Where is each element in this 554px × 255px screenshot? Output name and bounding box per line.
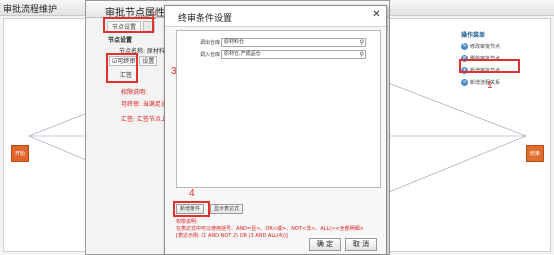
op-item-label: 新增流程关系 — [470, 80, 501, 86]
final-approval-conditions-dialog: 终审条件设置 ✕ 调出仓库 原材料仓 ⚲ 调入仓库 原材仓,产成品仓 ⚲ 新增条… — [164, 5, 387, 255]
permission-description-line: 汇签: 汇签节点上 — [121, 116, 167, 123]
flow-node-end[interactable]: 结束 — [526, 145, 544, 162]
dialog-title: 终审条件设置 — [178, 14, 233, 24]
link-icon: ∞ — [461, 79, 468, 86]
step-number-2: 2 — [151, 11, 157, 22]
condition-value: 原材料仓 — [224, 39, 245, 45]
search-icon[interactable]: ⚲ — [360, 51, 364, 58]
condition-value-field[interactable]: 原材仓,产成品仓 ⚲ — [221, 50, 366, 59]
dialog-footer: 确 定 取 消 — [309, 238, 381, 251]
condition-row: 调入仓库 原材仓,产成品仓 ⚲ — [198, 50, 366, 59]
edit-icon: ✎ — [461, 43, 468, 50]
help-line: 权限说明: — [176, 219, 198, 225]
operations-menu-header: 操作菜单 — [461, 32, 486, 39]
window-title: 审批流程维护 — [3, 5, 58, 15]
dialog-titlebar: 终审条件设置 ✕ — [165, 6, 386, 27]
step-number-3: 3 — [171, 66, 177, 77]
op-item-label: 修改审批节点 — [470, 44, 501, 50]
search-icon[interactable]: ⚲ — [360, 39, 364, 46]
annotation-highlight-add-node — [459, 59, 520, 73]
step-number-1: 1 — [487, 80, 493, 91]
close-icon[interactable]: ✕ — [371, 9, 382, 20]
condition-label: 调入仓库 — [199, 52, 220, 58]
step-number-4: 4 — [189, 188, 195, 199]
flow-node-start[interactable]: 开始 — [11, 145, 29, 162]
final-approval-settings-button[interactable]: 设置 — [139, 56, 158, 66]
condition-row: 调出仓库 原材料仓 ⚲ — [198, 38, 366, 47]
show-expression-button[interactable]: 显示表达式 — [210, 204, 244, 214]
help-line: 在表达式中可以使用括号、AND=且>、OR<或>、NOT<非>、ALL(><全部… — [176, 226, 364, 232]
op-edit-node[interactable]: ✎ 修改审批节点 — [461, 41, 521, 52]
annotation-highlight-final-approval — [106, 53, 138, 83]
confirm-button[interactable]: 确 定 — [309, 238, 341, 251]
annotation-highlight-add-condition — [173, 201, 210, 217]
conditions-list[interactable]: 调出仓库 原材料仓 ⚲ 调入仓库 原材仓,产成品仓 ⚲ — [176, 30, 381, 188]
condition-value: 原材仓,产成品仓 — [224, 51, 261, 57]
condition-value-field[interactable]: 原材料仓 ⚲ — [221, 38, 366, 47]
section-title: 节点设置 — [108, 37, 133, 44]
expression-help-text: 权限说明: 在表达式中可以使用括号、AND=且>、OR<或>、NOT<非>、AL… — [176, 219, 364, 240]
cancel-button[interactable]: 取 消 — [345, 238, 377, 251]
annotation-highlight-node-settings-tab — [103, 17, 154, 33]
permission-description-heading: 权限说明: — [121, 89, 148, 96]
condition-label: 调出仓库 — [199, 40, 220, 46]
